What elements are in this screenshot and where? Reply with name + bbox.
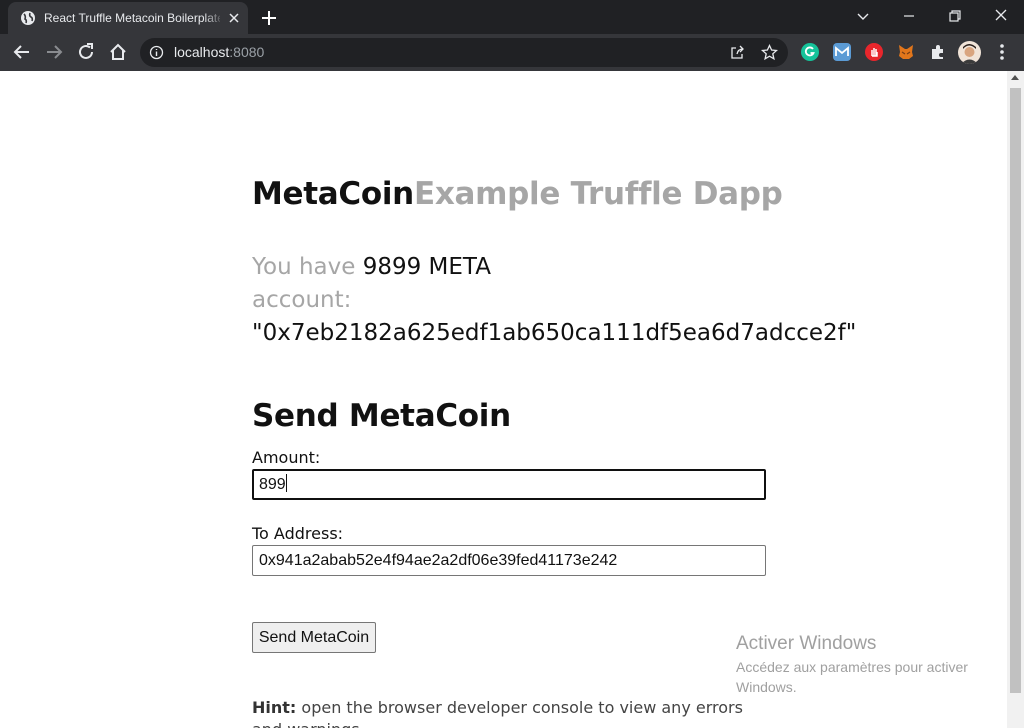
adblock-icon[interactable]	[865, 43, 883, 61]
reload-icon[interactable]	[75, 41, 97, 63]
balance-line: You have 9899 META	[252, 254, 491, 280]
page-viewport: MetaCoinExample Truffle Dapp You have 98…	[0, 71, 1024, 728]
amount-input[interactable]: 899	[252, 469, 766, 500]
extensions-puzzle-icon[interactable]	[929, 43, 947, 61]
browser-menu-icon[interactable]	[994, 42, 1010, 62]
scroll-up-arrow-icon[interactable]	[1011, 75, 1019, 80]
tab-title: React Truffle Metacoin Boilerplate	[44, 11, 220, 25]
browser-tab-active[interactable]: React Truffle Metacoin Boilerplate	[8, 2, 248, 34]
account-label: account:	[252, 287, 352, 313]
mail-extension-icon[interactable]	[833, 43, 851, 61]
site-info-icon[interactable]	[149, 45, 164, 60]
browser-tab-strip: React Truffle Metacoin Boilerplate	[0, 0, 1024, 34]
address-label: To Address:	[252, 524, 344, 543]
amount-label: Amount:	[252, 448, 321, 467]
new-tab-icon[interactable]	[258, 7, 280, 29]
address-bar[interactable]: localhost:8080	[140, 38, 788, 67]
close-tab-icon[interactable]	[226, 10, 242, 26]
home-icon[interactable]	[107, 41, 129, 63]
share-icon[interactable]	[729, 44, 746, 61]
forward-arrow-icon[interactable]	[43, 41, 65, 63]
send-heading: Send MetaCoin	[252, 398, 511, 434]
metamask-icon[interactable]	[897, 43, 915, 61]
close-window-icon[interactable]	[989, 6, 1013, 26]
send-metacoin-button[interactable]: Send MetaCoin	[252, 622, 376, 653]
account-address: "0x7eb2182a625edf1ab650ca111df5ea6d7adcc…	[252, 320, 857, 346]
back-arrow-icon[interactable]	[11, 41, 33, 63]
restore-icon[interactable]	[943, 6, 967, 26]
url-text[interactable]: localhost:8080	[174, 44, 264, 61]
page-scrollbar[interactable]	[1007, 71, 1024, 728]
to-address-input[interactable]: 0x941a2abab52e4f94ae2a2df06e39fed41173e2…	[252, 545, 766, 576]
page-title: MetaCoinExample Truffle Dapp	[252, 176, 783, 212]
globe-icon	[21, 11, 35, 25]
tab-search-chevron-icon[interactable]	[851, 6, 875, 26]
balance-value: 9899 META	[362, 254, 491, 280]
grammarly-icon[interactable]	[801, 43, 819, 61]
minimize-icon[interactable]	[897, 6, 921, 26]
profile-avatar[interactable]	[958, 41, 981, 64]
browser-toolbar: localhost:8080	[0, 34, 1024, 71]
scrollbar-thumb[interactable]	[1010, 88, 1021, 693]
text-caret	[285, 474, 287, 492]
bookmark-star-icon[interactable]	[761, 44, 778, 61]
windows-activation-watermark: Activer Windows Accédez aux paramètres p…	[736, 633, 968, 695]
hint-text: Hint: open the browser developer console…	[252, 698, 743, 728]
